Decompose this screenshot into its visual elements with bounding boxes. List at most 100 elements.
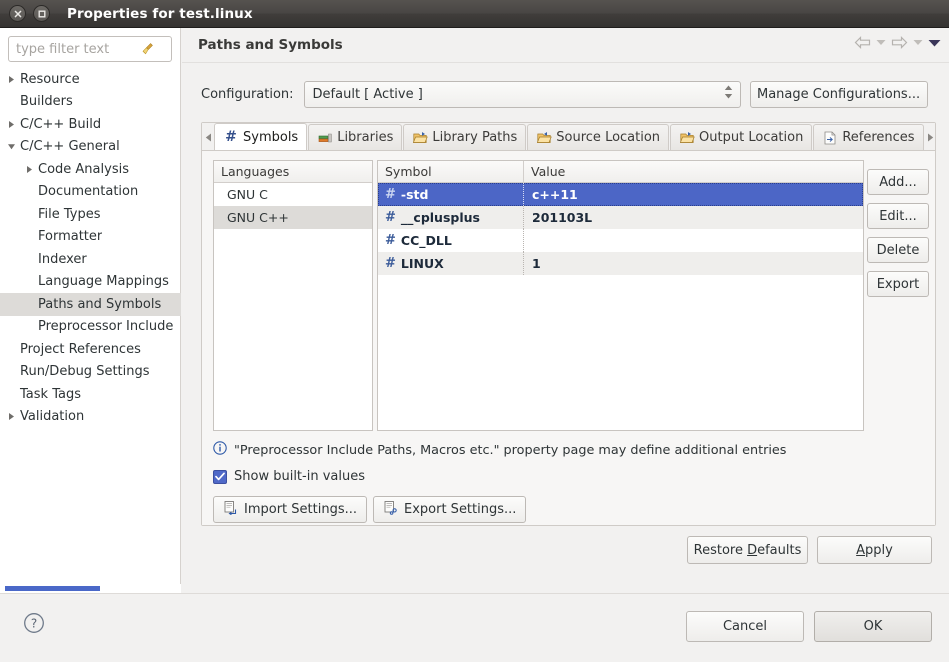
languages-table[interactable]: Languages GNU C GNU C++: [213, 160, 373, 431]
configuration-value: Default [ Active ]: [312, 86, 423, 102]
folder-in-icon: [536, 130, 552, 146]
sidebar-item-label: Documentation: [38, 184, 139, 200]
chevron-collapsed-icon[interactable]: [4, 120, 18, 129]
tab-source-location[interactable]: Source Location: [527, 124, 670, 150]
languages-table-header: Languages: [214, 161, 372, 183]
sidebar-item-builders[interactable]: Builders: [0, 91, 181, 114]
search-input[interactable]: [9, 38, 137, 60]
sidebar-item-code-analysis[interactable]: Code Analysis: [0, 158, 181, 181]
show-builtin-values-row[interactable]: Show built-in values: [213, 469, 365, 484]
sidebar-item-c-c-build[interactable]: C/C++ Build: [0, 113, 181, 136]
table-row[interactable]: # LINUX 1: [378, 252, 863, 275]
tree-horizontal-scrollbar[interactable]: [5, 584, 181, 593]
add-button[interactable]: Add...: [867, 169, 929, 195]
tab-libraries[interactable]: Libraries: [308, 124, 403, 150]
sidebar-item-label: C/C++ Build: [20, 116, 102, 132]
edit-button[interactable]: Edit...: [867, 203, 929, 229]
symbol-value: 201103L: [532, 210, 593, 225]
export-settings-button[interactable]: Export Settings...: [373, 496, 527, 523]
table-row[interactable]: # -std c++11: [378, 183, 863, 206]
table-row[interactable]: # __cplusplus 201103L: [378, 206, 863, 229]
close-icon[interactable]: [9, 5, 26, 22]
show-builtin-values-checkbox[interactable]: [213, 469, 227, 484]
chevron-collapsed-icon[interactable]: [4, 412, 18, 421]
scroll-right-icon[interactable]: [925, 124, 937, 150]
tab-label: Libraries: [337, 130, 394, 145]
cancel-button[interactable]: Cancel: [686, 611, 804, 642]
view-menu-chevron-icon[interactable]: [928, 39, 941, 47]
tab-library-paths[interactable]: Library Paths: [403, 124, 527, 150]
info-text: "Preprocessor Include Paths, Macros etc.…: [234, 442, 787, 458]
column-header-languages[interactable]: Languages: [214, 161, 372, 183]
chevron-collapsed-icon[interactable]: [22, 165, 36, 174]
folder-out-icon: [679, 130, 695, 146]
column-header-value[interactable]: Value: [524, 161, 565, 183]
sidebar-item-c-c-general[interactable]: C/C++ General: [0, 136, 181, 159]
table-row[interactable]: # CC_DLL: [378, 229, 863, 252]
books-icon: [317, 130, 333, 146]
symbols-table[interactable]: Symbol Value # -std c++11 # __cplusplus 20110…: [377, 160, 929, 431]
sidebar-item-label: Preprocessor Include: [38, 319, 174, 335]
restore-defaults-label: Restore Defaults: [693, 542, 802, 558]
sidebar-item-label: Validation: [20, 409, 85, 425]
symbol-cell: # __cplusplus: [378, 206, 524, 229]
filter-box[interactable]: [8, 36, 172, 62]
symbols-tab-panel: Languages GNU C GNU C++ Symbol Value # -st…: [202, 151, 935, 525]
apply-label: Apply: [856, 542, 893, 558]
maximize-icon[interactable]: [33, 5, 50, 22]
symbol-name: __cplusplus: [400, 210, 480, 225]
hash-icon: #: [385, 256, 396, 271]
sidebar-item-validation[interactable]: Validation: [0, 406, 181, 429]
ok-button[interactable]: OK: [814, 611, 932, 642]
sidebar-item-documentation[interactable]: Documentation: [0, 181, 181, 204]
sidebar-item-file-types[interactable]: File Types: [0, 203, 181, 226]
symbol-action-buttons: Add... Edit... Delete Export: [867, 169, 929, 297]
column-header-symbol[interactable]: Symbol: [378, 160, 524, 183]
back-dropdown-icon[interactable]: [876, 39, 886, 46]
restore-defaults-button[interactable]: Restore Defaults: [687, 536, 808, 564]
apply-button[interactable]: Apply: [817, 536, 932, 564]
sidebar-item-indexer[interactable]: Indexer: [0, 248, 181, 271]
sidebar-item-label: Code Analysis: [38, 161, 129, 177]
delete-button[interactable]: Delete: [867, 237, 929, 263]
table-row[interactable]: GNU C: [214, 183, 372, 206]
export-button[interactable]: Export: [867, 271, 929, 297]
sidebar-item-formatter[interactable]: Formatter: [0, 226, 181, 249]
back-arrow-icon[interactable]: [854, 36, 871, 49]
scroll-left-icon[interactable]: [202, 124, 214, 150]
sidebar-item-resource[interactable]: Resource: [0, 68, 181, 91]
configuration-select[interactable]: Default [ Active ]: [303, 80, 741, 108]
chevron-collapsed-icon[interactable]: [4, 75, 18, 84]
sidebar-item-paths-and-symbols[interactable]: Paths and Symbols: [0, 293, 181, 316]
forward-arrow-icon[interactable]: [891, 36, 908, 49]
chevron-expanded-icon[interactable]: [4, 142, 18, 151]
properties-content-pane: Paths and Symbols Configuration: Default…: [182, 28, 949, 593]
settings-tree-pane: Resource Builders C/C++ Build C/C++ General…: [0, 28, 181, 593]
window-titlebar: Properties for test.linux: [0, 0, 949, 28]
broom-icon[interactable]: [137, 39, 159, 59]
tab-output-location[interactable]: Output Location: [670, 124, 813, 150]
sidebar-item-label: Language Mappings: [38, 274, 169, 290]
sidebar-item-label: Project References: [20, 341, 141, 357]
sidebar-item-project-references[interactable]: Project References: [0, 338, 181, 361]
sidebar-item-language-mappings[interactable]: Language Mappings: [0, 271, 181, 294]
settings-tree[interactable]: Resource Builders C/C++ Build C/C++ General…: [0, 68, 181, 428]
symbol-cell: # LINUX: [378, 252, 524, 275]
hash-icon: #: [385, 233, 396, 248]
sidebar-item-preprocessor-include[interactable]: Preprocessor Include: [0, 316, 181, 339]
tab-label: Library Paths: [432, 130, 518, 145]
tab-references[interactable]: References: [813, 124, 924, 150]
hash-icon: #: [385, 187, 396, 202]
table-row[interactable]: GNU C++: [214, 206, 372, 229]
sidebar-item-task-tags[interactable]: Task Tags: [0, 383, 181, 406]
import-settings-button[interactable]: Import Settings...: [213, 496, 367, 523]
tab-symbols[interactable]: # Symbols: [214, 123, 308, 150]
help-icon[interactable]: ?: [23, 612, 45, 634]
import-icon: [223, 500, 238, 519]
spinner-arrows-icon[interactable]: [724, 85, 733, 99]
forward-dropdown-icon[interactable]: [913, 39, 923, 46]
tab-label: Symbols: [243, 129, 299, 145]
sidebar-item-run-debug-settings[interactable]: Run/Debug Settings: [0, 361, 181, 384]
info-message: "Preprocessor Include Paths, Macros etc.…: [213, 441, 786, 459]
manage-configurations-button[interactable]: Manage Configurations...: [749, 80, 928, 108]
